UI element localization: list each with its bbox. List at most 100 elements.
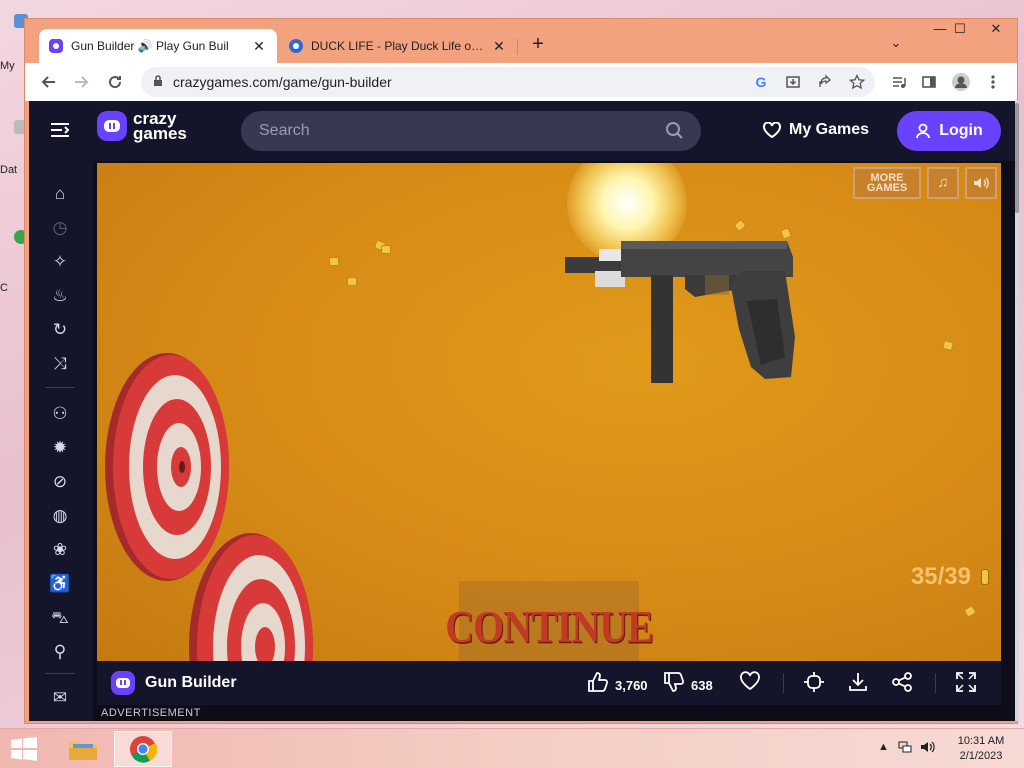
tab-search-dropdown-icon[interactable]: ⌄ [881,35,911,51]
game-info-bar: Gun Builder 3,760 638 [97,661,1001,705]
site-sidebar: ⌂ ◷ ✧ ♨ ↻ ⤨ ⚇ ✹ ⊘ ◍ ❀ ♿ ⛍ ⚲ ✉ [29,161,93,721]
game-title: Gun Builder [145,674,237,691]
adventure-compass-icon[interactable]: ⊘ [49,471,71,493]
desktop-icon-label-my-computer: My [0,60,15,72]
download-icon[interactable] [847,671,869,693]
browser-toolbar: crazygames.com/game/gun-builder G [25,63,1017,101]
close-window-button[interactable]: ✕ [981,21,1011,37]
profile-avatar-icon[interactable] [949,70,973,94]
tab-duck-life[interactable]: DUCK LIFE - Play Duck Life on Po ✕ [279,29,517,63]
updated-refresh-icon[interactable]: ↻ [49,319,71,341]
file-explorer-icon[interactable] [54,731,112,767]
fullscreen-icon[interactable] [955,671,977,693]
show-hidden-icons-icon[interactable]: ▲ [878,741,889,753]
recent-clock-icon[interactable]: ◷ [49,217,71,239]
share-icon[interactable] [891,671,913,693]
ammo-counter: 35/39 [910,563,971,590]
bullet-shell [329,257,339,266]
joystick-icon[interactable]: ⚲ [49,641,71,663]
tab-title: DUCK LIFE - Play Duck Life on Po [311,39,487,53]
maximize-button[interactable]: ☐ [945,21,975,37]
more-games-label-2: GAMES [866,182,908,194]
my-games-label: My Games [789,121,870,138]
car-icon[interactable]: ⛍ [49,607,71,629]
google-icon[interactable]: G [749,70,773,94]
random-shuffle-icon[interactable]: ⤨ [49,353,71,375]
tab-close-icon[interactable]: ✕ [251,38,267,55]
side-panel-icon[interactable] [917,70,941,94]
mail-icon[interactable]: ✉ [49,687,71,709]
crazygames-small-logo-icon [111,671,135,695]
dislike-button[interactable]: 638 [663,671,713,699]
desktop-icon-label-c: C [0,282,8,294]
tab-gun-builder[interactable]: Gun Builder 🔊 Play Gun Buil ✕ [39,29,277,63]
sidebar-divider [45,387,75,388]
bullet-shell [381,245,391,254]
volume-icon[interactable] [920,741,936,756]
tab-close-icon[interactable]: ✕ [491,38,507,55]
search-icon[interactable] [665,121,683,144]
crazygames-favicon-icon [49,39,63,53]
bullet-shell [942,339,954,352]
search-placeholder: Search [259,122,310,139]
back-icon[interactable] [37,70,61,94]
crazygames-logo[interactable]: crazy games [97,110,187,143]
bullet-shell [963,605,977,618]
bike-icon[interactable]: ♿ [49,573,71,595]
action-icon[interactable]: ✹ [49,437,71,459]
trending-fire-icon[interactable]: ♨ [49,285,71,307]
login-button[interactable]: Login [897,111,1001,151]
site-header: crazy games Search My Games Login [29,101,1015,161]
new-sparkle-icon[interactable]: ✧ [49,251,71,273]
logo-text-games: games [133,124,187,143]
poki-favicon-icon [289,39,303,53]
login-label: Login [939,122,983,139]
share-icon[interactable] [813,70,837,94]
menu-toggle-icon[interactable] [49,119,71,141]
media-controls-icon[interactable] [887,70,911,94]
my-games-link[interactable]: My Games [763,121,869,139]
advertisement-label: ADVERTISEMENT [101,707,201,719]
install-app-icon[interactable] [781,70,805,94]
windows-start-icon[interactable] [10,737,38,761]
tab-title: Gun Builder 🔊 Play Gun Buil [71,39,229,53]
windows-taskbar: ▲ 10:31 AM 2/1/2023 [0,728,1024,768]
ammo-bullet-icon [981,569,989,585]
network-icon[interactable] [898,741,912,756]
continue-button[interactable]: CONTINUE [445,581,654,661]
chrome-menu-icon[interactable] [981,70,1005,94]
forward-icon[interactable] [69,70,93,94]
more-games-button[interactable]: MORE GAMES [853,167,921,199]
like-button[interactable]: 3,760 [587,671,648,699]
browser-window: Gun Builder 🔊 Play Gun Buil ✕ DUCK LIFE … [24,18,1019,724]
tab-strip: Gun Builder 🔊 Play Gun Buil ✕ DUCK LIFE … [25,19,1017,63]
sound-speaker-icon[interactable] [965,167,997,199]
basketball-icon[interactable]: ◍ [49,505,71,527]
thumbs-down-icon [663,671,685,699]
desktop-icon-label-data: Dat [0,164,18,176]
favorite-heart-icon[interactable] [739,671,761,691]
reload-icon[interactable] [103,70,127,94]
search-input[interactable]: Search [241,111,701,151]
game-canvas[interactable]: MORE GAMES ♫ 35/39 CONTINUE [97,163,1001,661]
report-bug-icon[interactable] [803,671,825,693]
sidebar-divider [45,673,75,674]
music-note-icon[interactable]: ♫ [927,167,959,199]
crazygames-logo-icon [97,111,127,141]
thumbs-up-icon [587,671,609,699]
page-scrollbar-thumb[interactable] [1015,103,1019,213]
system-clock[interactable]: 10:31 AM 2/1/2023 [946,734,1016,764]
chrome-taskbar-icon[interactable] [114,731,172,767]
clock-date: 2/1/2023 [959,750,1003,762]
two-player-icon[interactable]: ⚇ [49,403,71,425]
home-icon[interactable]: ⌂ [49,183,71,205]
bottom-divider [783,673,784,693]
new-tab-button[interactable]: + [527,33,549,56]
like-count: 3,760 [615,677,648,693]
beauty-flower-icon[interactable]: ❀ [49,539,71,561]
bottom-divider [935,673,936,693]
tab-divider [517,39,518,55]
clock-time: 10:31 AM [957,735,1005,747]
bookmark-star-icon[interactable] [845,70,869,94]
user-icon [916,123,931,139]
